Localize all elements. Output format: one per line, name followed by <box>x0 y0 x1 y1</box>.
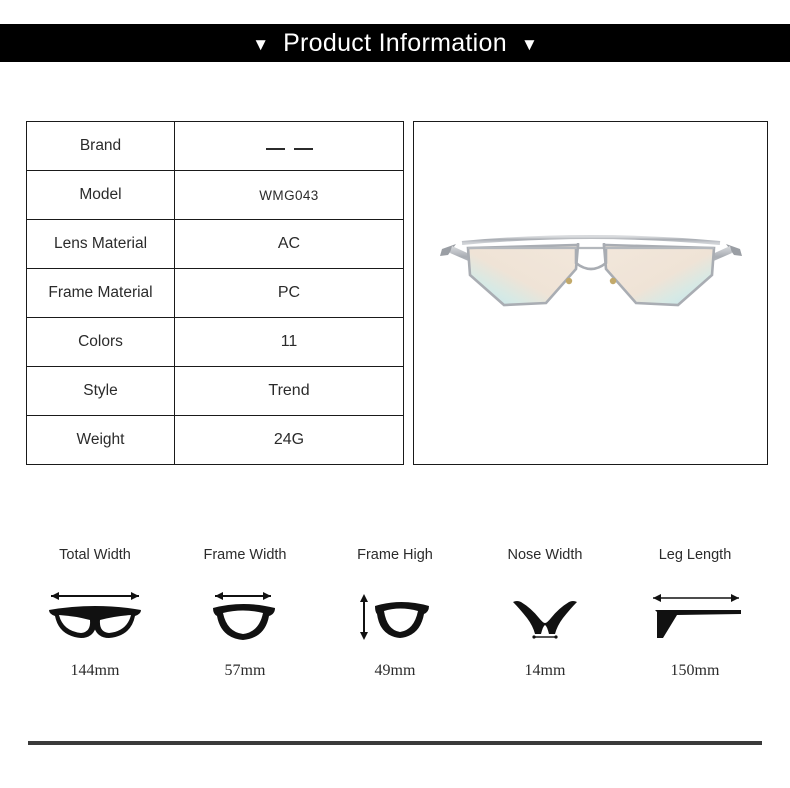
spec-value-style: Trend <box>174 366 404 416</box>
measurement-total-width: Total Width 144mm <box>20 548 170 679</box>
spec-value-weight: 24G <box>174 415 404 465</box>
table-row: Style Trend <box>26 366 404 416</box>
product-information-header: ▼ Product Information ▼ <box>0 24 790 62</box>
spec-label-model: Model <box>26 170 175 220</box>
measurement-guide: Total Width 144mm Frame Width 57mm Frame… <box>20 548 770 679</box>
full-frame-front-icon <box>43 587 147 645</box>
table-row: Model WMG043 <box>26 170 404 220</box>
product-image-panel <box>413 121 768 465</box>
measurement-frame-width: Frame Width 57mm <box>170 548 320 679</box>
table-row: Colors 11 <box>26 317 404 367</box>
temple-arm-icon <box>643 587 747 645</box>
measurement-nose-width: Nose Width 14mm <box>470 548 620 679</box>
spec-value-model: WMG043 <box>174 170 404 220</box>
spec-label-weight: Weight <box>26 415 175 465</box>
measurement-leg-length: Leg Length 150mm <box>620 548 770 679</box>
triangle-down-left-icon: ▼ <box>252 34 270 54</box>
table-row: Weight 24G <box>26 415 404 465</box>
empty-value-dashes-icon <box>265 148 313 150</box>
measurement-label: Total Width <box>59 547 131 563</box>
spec-value-lens-material: AC <box>174 219 404 269</box>
measurement-label: Frame Width <box>203 547 287 563</box>
spec-label-brand: Brand <box>26 121 175 171</box>
spec-value-colors: 11 <box>174 317 404 367</box>
nose-bridge-icon <box>507 587 583 645</box>
measurement-label: Leg Length <box>658 547 732 563</box>
spec-label-style: Style <box>26 366 175 416</box>
table-row: Lens Material AC <box>26 219 404 269</box>
measurement-value: 150mm <box>670 661 720 679</box>
single-lens-width-icon <box>209 587 281 645</box>
measurement-value: 144mm <box>70 661 120 679</box>
spec-label-lens-material: Lens Material <box>26 219 175 269</box>
single-lens-height-icon <box>355 587 435 645</box>
measurement-frame-high: Frame High 49mm <box>320 548 470 679</box>
measurement-value: 57mm <box>224 661 266 679</box>
table-row: Brand <box>26 121 404 171</box>
spec-value-frame-material: PC <box>174 268 404 318</box>
triangle-down-right-icon: ▼ <box>520 34 538 54</box>
table-row: Frame Material PC <box>26 268 404 318</box>
spec-value-brand <box>174 121 404 171</box>
measurement-label: Nose Width <box>507 547 583 563</box>
specification-table: Brand Model WMG043 Lens Material AC Fram… <box>26 121 404 465</box>
measurement-value: 49mm <box>374 661 416 679</box>
spec-label-frame-material: Frame Material <box>26 268 175 318</box>
spec-label-colors: Colors <box>26 317 175 367</box>
measurement-label: Frame High <box>357 547 433 563</box>
page-title: Product Information <box>283 28 507 57</box>
sunglasses-product-photo <box>439 235 742 307</box>
measurement-value: 14mm <box>524 661 566 679</box>
footer-divider <box>28 741 762 745</box>
